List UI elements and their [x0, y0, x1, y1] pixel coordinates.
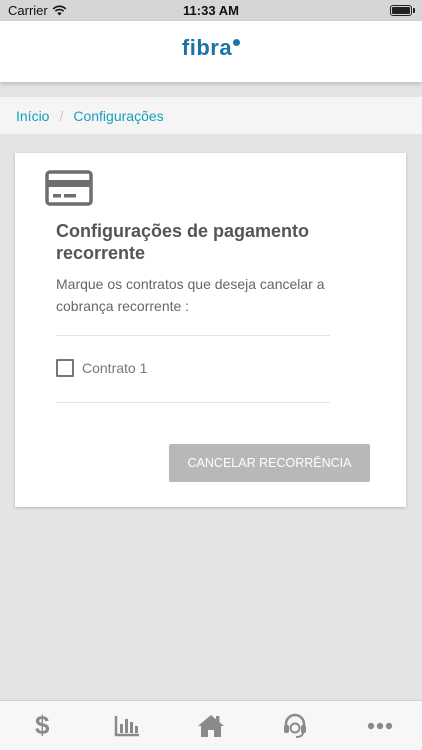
tab-more[interactable] — [338, 701, 422, 750]
tab-consumption[interactable] — [84, 701, 168, 750]
contract-1-label: Contrato 1 — [82, 360, 148, 376]
contract-1-checkbox[interactable] — [56, 359, 74, 377]
tab-home[interactable] — [169, 701, 253, 750]
tab-support[interactable] — [253, 701, 337, 750]
battery-icon — [390, 5, 412, 16]
tab-payments[interactable]: $ — [0, 701, 84, 750]
contract-option-1[interactable]: Contrato 1 — [56, 359, 147, 377]
status-bar: Carrier 11:33 AM — [0, 0, 422, 21]
divider-top — [56, 335, 330, 336]
bar-chart-icon — [114, 715, 139, 736]
page-title: Configurações de pagamento recorrente — [56, 221, 310, 263]
credit-card-icon — [45, 170, 93, 206]
card-instructions: Marque os contratos que deseja cancelar … — [56, 276, 325, 314]
breadcrumb-separator: / — [59, 107, 64, 124]
brand-logo-text: fibra — [181, 35, 233, 60]
more-icon — [367, 722, 393, 729]
brand-logo[interactable]: fibra — [0, 35, 422, 61]
logo-badge-icon — [233, 39, 241, 46]
divider-bottom — [56, 402, 330, 403]
breadcrumb-item-inicio[interactable]: Início — [16, 108, 49, 124]
headset-icon — [284, 713, 307, 738]
dollar-icon: $ — [34, 710, 50, 740]
status-time: 11:33 AM — [183, 3, 239, 18]
app-header: fibra — [0, 21, 422, 82]
cancel-recurrence-button[interactable]: CANCELAR RECORRÊNCIA — [169, 444, 370, 482]
breadcrumb: Início / Configurações — [0, 97, 422, 134]
home-icon — [198, 714, 225, 737]
recurring-payment-card: Configurações de pagamento recorrente Ma… — [15, 153, 406, 507]
breadcrumb-item-configuracoes[interactable]: Configurações — [73, 108, 163, 124]
tab-bar: $ — [0, 700, 422, 750]
battery-tip — [413, 8, 415, 13]
